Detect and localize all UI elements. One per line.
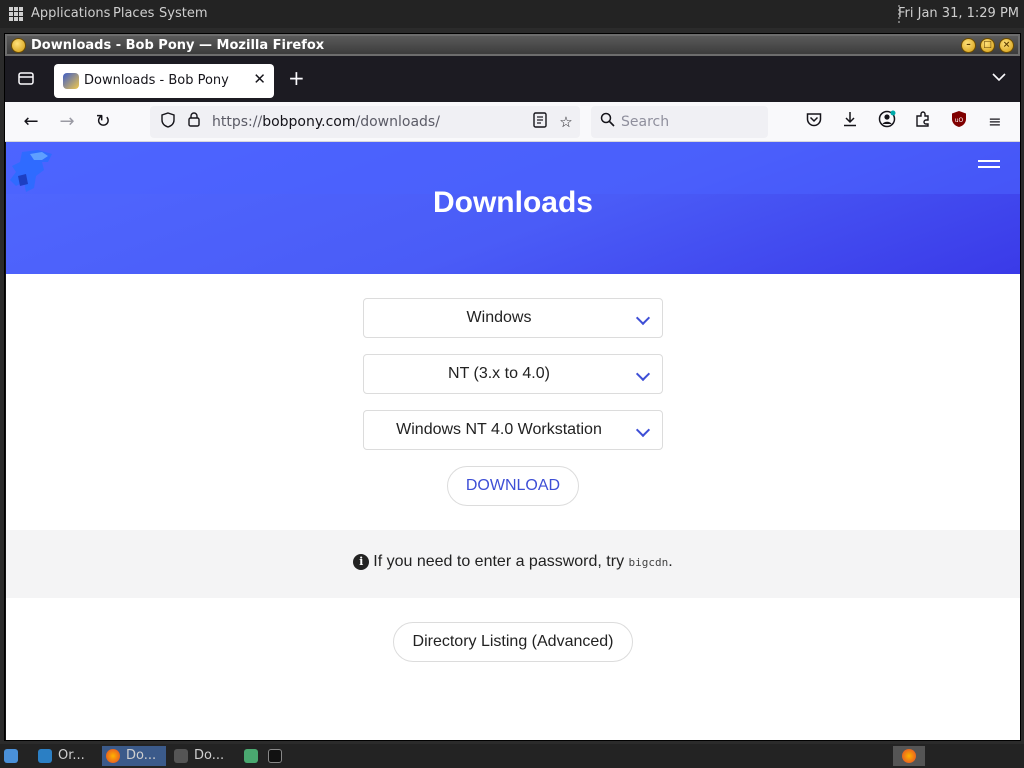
- os-family-value: Windows: [466, 309, 532, 326]
- extensions-puzzle-icon[interactable]: [911, 110, 935, 134]
- taskbar-item-firefox[interactable]: Do...: [102, 746, 166, 766]
- firefox-icon: [902, 749, 916, 763]
- lock-icon[interactable]: [184, 112, 204, 132]
- tab-strip: Downloads - Bob Pony ✕ +: [5, 56, 1020, 102]
- notice-suffix: .: [668, 553, 673, 570]
- bottom-taskbar: Or... Do... Do...: [0, 744, 1024, 768]
- account-icon[interactable]: [875, 110, 899, 134]
- app-menu-hamburger-icon[interactable]: ≡: [983, 110, 1007, 134]
- svg-text:uO: uO: [955, 117, 964, 124]
- back-arrow-icon[interactable]: ←: [19, 110, 43, 134]
- firefox-window: Downloads - Bob Pony — Mozilla Firefox –…: [4, 33, 1021, 741]
- bookmark-star-icon[interactable]: ☆: [556, 112, 576, 132]
- ublock-origin-icon[interactable]: uO: [947, 110, 971, 134]
- taskbar-item-vscode[interactable]: Or...: [34, 746, 98, 766]
- window-titlebar[interactable]: Downloads - Bob Pony — Mozilla Firefox –…: [5, 34, 1020, 56]
- chevron-down-icon: [635, 422, 651, 438]
- apps-grid-icon[interactable]: [9, 7, 23, 21]
- search-placeholder: Search: [621, 114, 670, 130]
- reader-view-icon[interactable]: [530, 112, 550, 132]
- list-all-tabs-icon[interactable]: [992, 67, 1006, 86]
- minimize-icon[interactable]: –: [961, 38, 976, 53]
- os-version-select[interactable]: NT (3.x to 4.0): [363, 354, 663, 394]
- os-edition-select[interactable]: Windows NT 4.0 Workstation: [363, 410, 663, 450]
- password-notice: i If you need to enter a password, try bi…: [6, 530, 1020, 598]
- url-text: https://bobpony.com/downloads/: [212, 114, 440, 130]
- forward-arrow-icon[interactable]: →: [55, 110, 79, 134]
- notice-text: If you need to enter a password, try: [373, 553, 625, 570]
- hero-banner: Downloads: [6, 142, 1020, 274]
- taskbar-item-app[interactable]: [240, 746, 262, 766]
- os-edition-value: Windows NT 4.0 Workstation: [396, 421, 602, 438]
- taskbar-item-folder[interactable]: Do...: [170, 746, 234, 766]
- taskbar-item-terminal[interactable]: [264, 746, 286, 766]
- tracking-protection-shield-icon[interactable]: [158, 112, 178, 132]
- show-desktop-icon[interactable]: [2, 746, 22, 766]
- menu-places[interactable]: Places: [113, 6, 154, 21]
- firefox-icon: [106, 749, 120, 763]
- url-bar[interactable]: https://bobpony.com/downloads/ ☆: [150, 106, 580, 138]
- menu-applications[interactable]: Applications: [31, 6, 110, 21]
- new-tab-icon[interactable]: +: [288, 66, 305, 90]
- vscode-icon: [38, 749, 52, 763]
- tab-close-icon[interactable]: ✕: [253, 70, 266, 88]
- download-button[interactable]: DOWNLOAD: [447, 466, 579, 506]
- info-icon: i: [353, 554, 370, 570]
- search-bar[interactable]: Search: [591, 106, 768, 138]
- clock[interactable]: Fri Jan 31, 1:29 PM: [898, 6, 1019, 21]
- reload-icon[interactable]: ↻: [91, 110, 115, 134]
- pocket-icon[interactable]: [802, 110, 826, 134]
- directory-listing-button[interactable]: Directory Listing (Advanced): [393, 622, 633, 662]
- tab-title: Downloads - Bob Pony: [84, 73, 229, 88]
- taskbar-label: Do...: [194, 748, 225, 763]
- close-window-icon[interactable]: ×: [999, 38, 1014, 53]
- search-icon: [600, 112, 615, 131]
- terminal-icon: [268, 749, 282, 763]
- maximize-icon[interactable]: □: [980, 38, 995, 53]
- page-heading: Downloads: [432, 186, 593, 219]
- nav-toolbar: ← → ↻ https://bobpony.com/downloads/ ☆ S…: [5, 102, 1020, 142]
- bobpony-favicon-icon: [63, 73, 79, 89]
- tab-downloads[interactable]: Downloads - Bob Pony ✕: [54, 64, 274, 98]
- workspace-switcher[interactable]: [893, 746, 925, 766]
- firefox-view-icon[interactable]: [17, 70, 35, 86]
- site-menu-hamburger-icon[interactable]: [978, 160, 1000, 174]
- page-viewport: Downloads Windows NT (3.x to 4.0) Window…: [6, 142, 1020, 740]
- taskbar-label: Or...: [58, 748, 85, 763]
- taskbar-label: Do...: [126, 748, 157, 763]
- window-menu-icon[interactable]: [11, 38, 26, 53]
- folder-icon: [174, 749, 188, 763]
- os-version-value: NT (3.x to 4.0): [448, 365, 550, 382]
- top-panel: Applications Places System Fri Jan 31, 1…: [0, 0, 1024, 28]
- chevron-down-icon: [635, 310, 651, 326]
- password-code: bigcdn: [628, 556, 669, 569]
- window-title: Downloads - Bob Pony — Mozilla Firefox: [31, 38, 325, 53]
- downloads-icon[interactable]: [838, 110, 862, 134]
- menu-system[interactable]: System: [159, 6, 207, 21]
- chevron-down-icon: [635, 366, 651, 382]
- os-family-select[interactable]: Windows: [363, 298, 663, 338]
